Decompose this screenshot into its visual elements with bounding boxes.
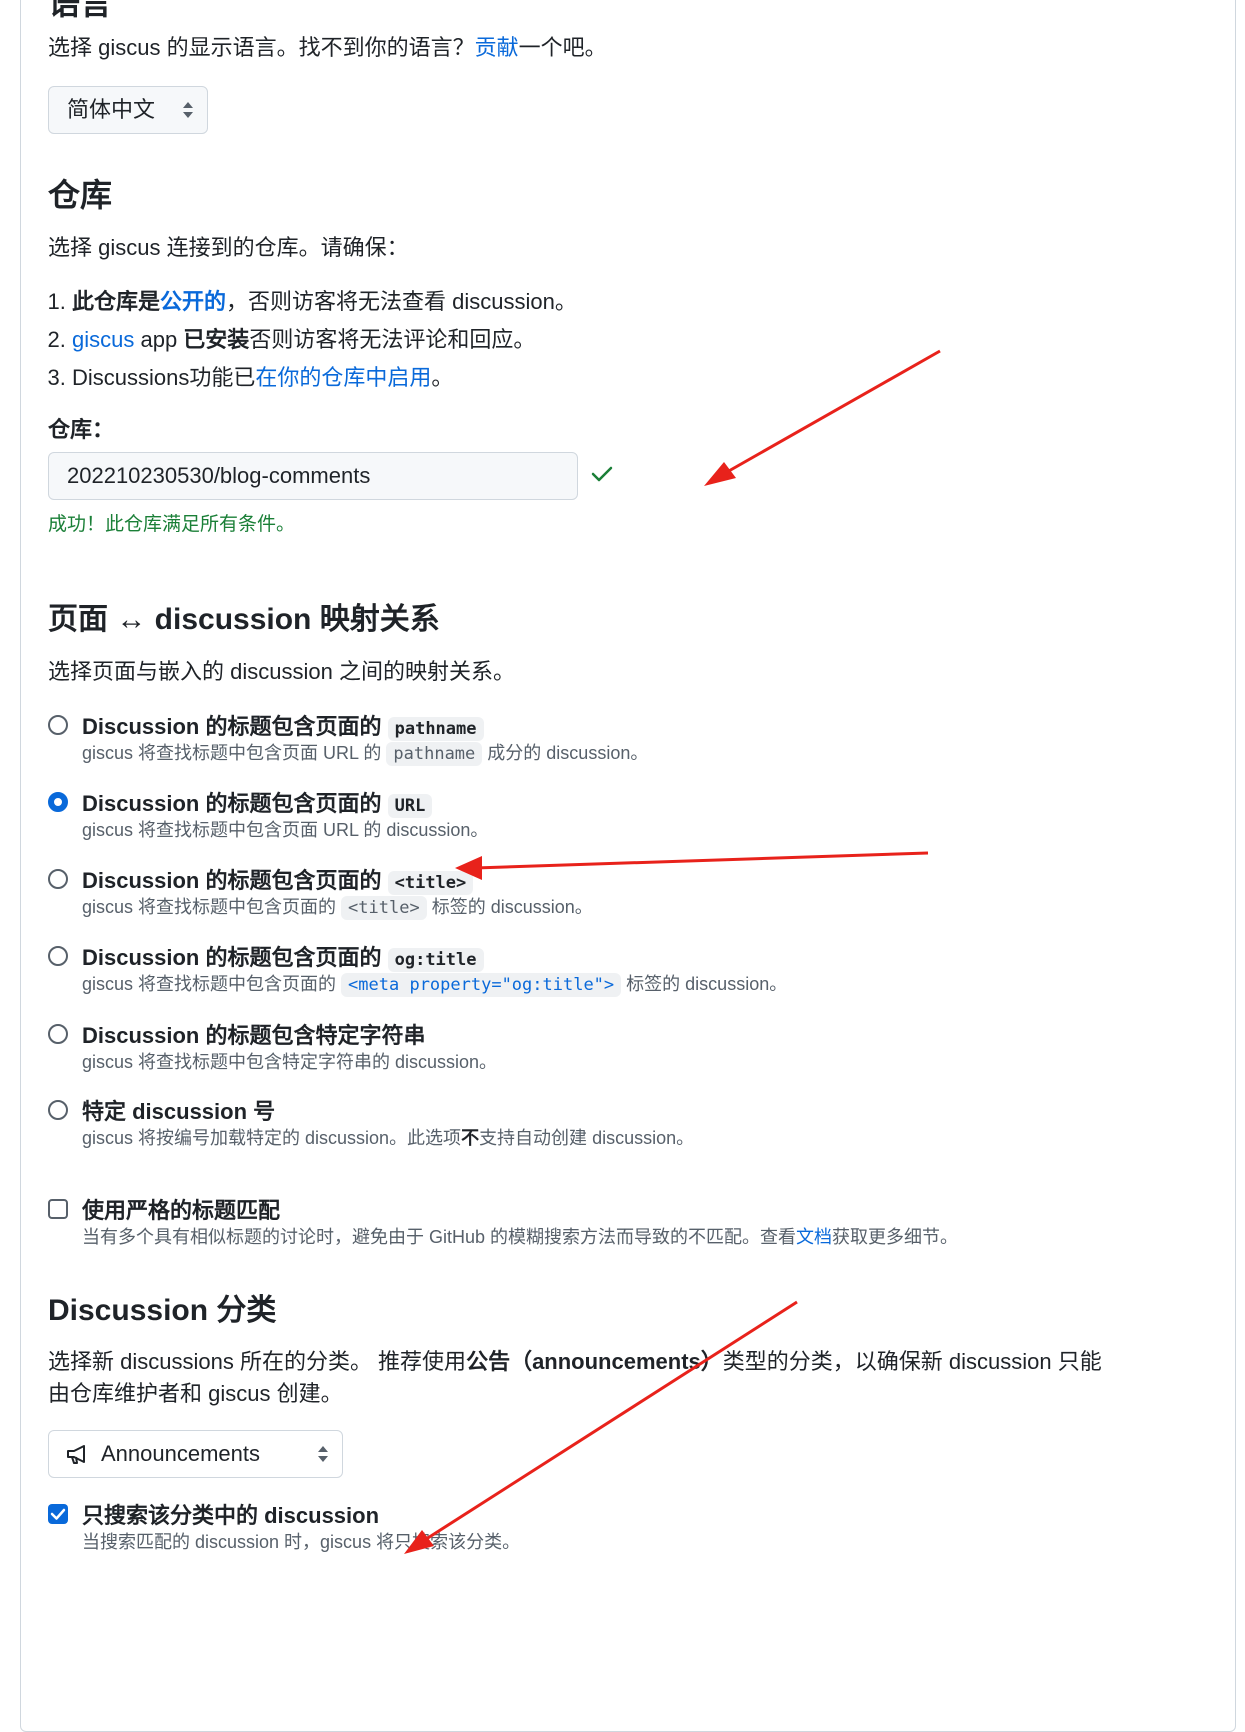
requirement-discussions-enabled: Discussions功能已在你的仓库中启用。	[72, 359, 972, 397]
language-select[interactable]: 简体中文	[48, 86, 208, 134]
radio-specific-term[interactable]	[48, 1024, 68, 1044]
radio-number[interactable]	[48, 1100, 68, 1120]
megaphone-icon	[67, 1445, 85, 1464]
giscus-app-link[interactable]: giscus	[72, 327, 134, 352]
docs-link[interactable]: 文档	[796, 1227, 832, 1247]
repository-desc: 选择 giscus 连接到的仓库。请确保：	[48, 235, 409, 260]
category-selected-value: Announcements	[101, 1441, 260, 1466]
mapping-desc: 选择页面与嵌入的 discussion 之间的映射关系。	[48, 659, 515, 684]
radio-pathname[interactable]	[48, 715, 68, 735]
checkmark-icon	[50, 1508, 66, 1520]
category-select[interactable]: Announcements	[48, 1430, 343, 1478]
category-desc: 选择新 discussions 所在的分类。 推荐使用公告（announceme…	[48, 1349, 1102, 1406]
public-link[interactable]: 公开的	[160, 289, 226, 314]
language-heading: 语言	[48, 0, 113, 21]
repository-input[interactable]: 202210230530/blog-comments	[48, 452, 578, 500]
only-search-checkbox[interactable]	[48, 1504, 68, 1524]
repository-field-label: 仓库：	[48, 417, 115, 442]
select-chevron-icon	[183, 102, 193, 118]
category-heading: Discussion 分类	[48, 1294, 277, 1327]
radio-og-title[interactable]	[48, 946, 68, 966]
strict-checkbox[interactable]	[48, 1199, 68, 1219]
language-selected-value: 简体中文	[67, 97, 156, 122]
select-chevron-icon	[318, 1446, 328, 1462]
language-desc: 选择 giscus 的显示语言。找不到你的语言？贡献一个吧。	[48, 35, 607, 60]
enable-discussions-link[interactable]: 在你的仓库中启用	[255, 365, 431, 390]
repository-success-message: 成功！此仓库满足所有条件。	[48, 514, 296, 535]
radio-title-tag[interactable]	[48, 869, 68, 889]
mapping-heading: 页面 ↔ discussion 映射关系	[48, 603, 440, 636]
requirement-app-installed: giscus app 已安装否则访客将无法评论和回应。	[72, 321, 972, 359]
contribute-link[interactable]: 贡献	[475, 35, 519, 60]
check-icon	[591, 466, 613, 482]
radio-url[interactable]	[48, 792, 68, 812]
repository-heading: 仓库	[48, 177, 113, 213]
requirement-public: 此仓库是公开的，否则访客将无法查看 discussion。	[72, 283, 972, 321]
repository-input-value: 202210230530/blog-comments	[67, 463, 371, 488]
repository-requirements: 此仓库是公开的，否则访客将无法查看 discussion。 giscus app…	[48, 283, 972, 397]
